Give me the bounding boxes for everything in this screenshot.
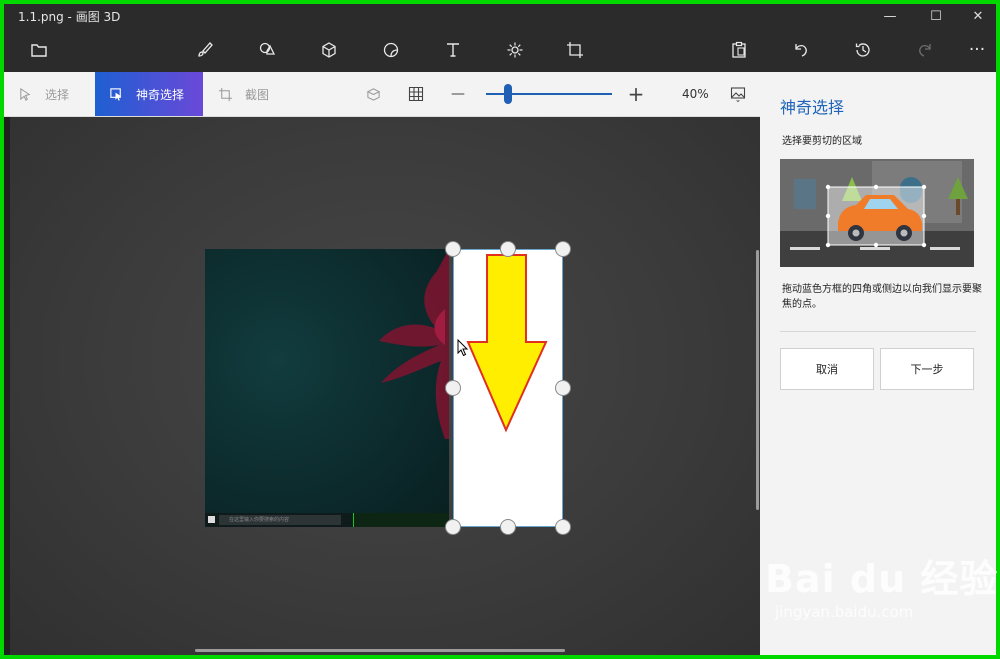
close-icon: ✕ xyxy=(972,8,984,24)
3d-shapes-icon xyxy=(322,42,336,58)
2d-shapes-button[interactable] xyxy=(252,36,282,64)
brush-icon xyxy=(198,42,213,57)
text-button[interactable] xyxy=(438,36,468,64)
selection-handle-left[interactable] xyxy=(445,380,461,396)
windows-start-icon xyxy=(208,516,215,523)
canvas-icon xyxy=(567,42,583,58)
maximize-icon: ☐ xyxy=(930,8,942,24)
selection-handle-top-left[interactable] xyxy=(445,241,461,257)
magic-select-tool-button[interactable]: 神奇选择 xyxy=(95,72,203,116)
image-icon xyxy=(730,87,746,102)
grid-icon xyxy=(408,86,424,102)
3d-shapes-button[interactable] xyxy=(314,36,344,64)
zoom-level-label: 40% xyxy=(682,87,709,101)
text-icon xyxy=(447,43,459,57)
2d-shapes-icon xyxy=(259,42,276,55)
redo-icon xyxy=(919,44,931,57)
history-button[interactable] xyxy=(848,36,878,64)
crop-icon xyxy=(218,87,233,101)
paste-button[interactable] xyxy=(724,36,754,64)
minus-icon: — xyxy=(451,86,465,102)
history-icon xyxy=(855,43,870,57)
taskbar-search-box: 在这里输入你要搜索的内容 xyxy=(219,515,341,525)
more-icon: ··· xyxy=(968,40,986,60)
flower-graphic xyxy=(379,249,449,439)
crop-tool-label: 截图 xyxy=(245,87,270,102)
panel-description: 拖动蓝色方框的四角或侧边以向我们显示要聚焦的点。 xyxy=(782,284,982,310)
selection-handle-top-right[interactable] xyxy=(555,241,571,257)
cancel-button-label: 取消 xyxy=(816,363,838,376)
menu-button[interactable] xyxy=(24,36,54,64)
car-scene-illustration xyxy=(780,159,974,267)
redo-button[interactable] xyxy=(910,36,940,64)
magic-select-preview-image xyxy=(780,159,974,267)
brushes-button[interactable] xyxy=(190,36,220,64)
view-3d-icon xyxy=(366,87,380,101)
folder-icon xyxy=(31,44,47,57)
maximize-button[interactable]: ☐ xyxy=(916,4,956,28)
drawing-canvas[interactable]: 在这里输入你要搜索的内容 xyxy=(10,117,760,655)
panel-subtitle: 选择要剪切的区域 xyxy=(782,136,862,147)
watermark-brand: Bai du 经验 xyxy=(765,557,999,601)
cancel-button[interactable]: 取消 xyxy=(780,348,874,390)
select-tool-button[interactable]: 选择 xyxy=(18,72,69,116)
next-step-button[interactable]: 下一步 xyxy=(880,348,974,390)
selection-handle-right[interactable] xyxy=(555,380,571,396)
view-3d-button[interactable] xyxy=(363,84,383,104)
stickers-icon xyxy=(383,42,399,58)
magic-select-label: 神奇选择 xyxy=(136,87,185,102)
select-tool-label: 选择 xyxy=(45,87,70,102)
magic-select-icon xyxy=(110,87,122,101)
taskbar-highlight xyxy=(353,513,449,527)
panel-title: 神奇选择 xyxy=(780,98,845,117)
undo-button[interactable] xyxy=(786,36,816,64)
undo-icon xyxy=(795,44,807,57)
horizontal-scrollbar[interactable] xyxy=(195,649,565,652)
paste-icon xyxy=(732,41,746,58)
selection-handle-bottom-left[interactable] xyxy=(445,519,461,535)
plus-icon: + xyxy=(627,82,645,106)
selection-handle-top[interactable] xyxy=(500,241,516,257)
stickers-button[interactable] xyxy=(376,36,406,64)
effects-icon xyxy=(507,42,523,58)
zoom-out-button[interactable]: — xyxy=(448,84,468,104)
close-button[interactable]: ✕ xyxy=(958,4,996,28)
minimize-button[interactable]: — xyxy=(870,4,910,28)
main-toolbar: ··· xyxy=(4,28,996,72)
vertical-scrollbar[interactable] xyxy=(756,250,759,510)
window-title: 1.1.png - 画图 3D xyxy=(18,10,121,24)
title-bar: 1.1.png - 画图 3D — ☐ ✕ xyxy=(4,4,996,28)
zoom-slider-thumb[interactable] xyxy=(504,84,512,104)
watermark-url: jingyan.baidu.com xyxy=(775,603,914,621)
arrow-down-icon xyxy=(466,254,548,433)
crop-tool-button[interactable]: 截图 xyxy=(218,72,269,116)
canvas-image: 在这里输入你要搜索的内容 xyxy=(205,249,449,527)
image-view-button[interactable] xyxy=(728,84,748,104)
selection-handle-bottom-right[interactable] xyxy=(555,519,571,535)
canvas-button[interactable] xyxy=(560,36,590,64)
baidu-watermark: Bai du 经验 jingyan.baidu.com xyxy=(765,548,998,621)
more-button[interactable]: ··· xyxy=(962,36,992,64)
minimize-icon: — xyxy=(883,8,897,24)
taskbar-search-text: 在这里输入你要搜索的内容 xyxy=(229,517,290,523)
effects-button[interactable] xyxy=(500,36,530,64)
selection-handle-bottom[interactable] xyxy=(500,519,516,535)
screenshot-taskbar: 在这里输入你要搜索的内容 xyxy=(205,513,449,527)
cursor-icon xyxy=(20,87,31,101)
next-step-button-label: 下一步 xyxy=(910,363,944,376)
mouse-cursor-icon xyxy=(457,339,469,357)
magic-select-toolbar: 选择 神奇选择 截图 — + 40% xyxy=(4,72,760,117)
selection-box[interactable] xyxy=(453,249,563,527)
zoom-in-button[interactable]: + xyxy=(626,82,646,106)
panel-divider xyxy=(780,331,976,332)
grid-button[interactable] xyxy=(406,84,426,104)
